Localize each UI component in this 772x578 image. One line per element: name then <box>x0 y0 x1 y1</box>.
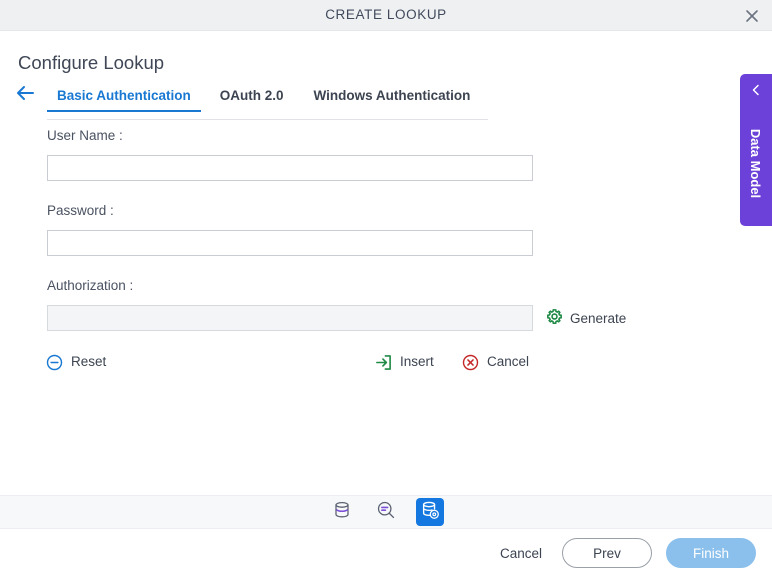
footer-cancel-button[interactable]: Cancel <box>494 542 548 565</box>
form-actions: Reset Insert Cancel <box>0 351 772 375</box>
gear-icon <box>546 308 563 328</box>
toolbar-database-settings-button[interactable] <box>416 498 444 526</box>
authorization-row: Generate <box>0 305 772 331</box>
username-label: User Name : <box>47 128 123 143</box>
tab-label: OAuth 2.0 <box>219 88 284 103</box>
lookup-step-toolbar <box>0 495 772 529</box>
password-input[interactable] <box>47 230 533 256</box>
chevron-left-icon <box>740 80 772 100</box>
tab-label: Windows Authentication <box>313 88 471 103</box>
search-query-icon <box>376 500 396 525</box>
window-title: CREATE LOOKUP <box>325 7 447 22</box>
toolbar-search-query-button[interactable] <box>372 498 400 526</box>
minus-circle-icon <box>45 353 63 371</box>
authorization-label: Authorization : <box>47 278 134 293</box>
configure-lookup-form: User Name : Password : Authorization : G… <box>0 128 772 331</box>
authorization-input[interactable] <box>47 305 533 331</box>
insert-label: Insert <box>400 354 434 369</box>
username-input[interactable] <box>47 155 533 181</box>
password-label: Password : <box>47 203 114 218</box>
close-button[interactable] <box>740 4 764 28</box>
database-icon <box>332 500 352 525</box>
toolbar-database-button[interactable] <box>328 498 356 526</box>
reset-label: Reset <box>71 354 107 369</box>
cancel-action-button[interactable]: Cancel <box>461 351 529 373</box>
generate-button[interactable]: Generate <box>546 308 626 328</box>
wizard-footer: Cancel Prev Finish <box>0 529 772 578</box>
tab-label: Basic Authentication <box>57 88 191 103</box>
reset-button[interactable]: Reset <box>45 351 106 373</box>
close-icon <box>744 8 760 24</box>
database-settings-icon <box>420 500 440 525</box>
generate-label: Generate <box>570 310 627 326</box>
arrow-left-icon <box>15 85 35 106</box>
tab-oauth-2-0[interactable]: OAuth 2.0 <box>210 88 294 112</box>
window-titlebar: CREATE LOOKUP <box>0 0 772 31</box>
data-model-panel-tab[interactable]: Data Model <box>740 74 772 226</box>
footer-finish-button[interactable]: Finish <box>666 538 756 568</box>
close-circle-icon <box>461 353 479 371</box>
data-model-panel-label: Data Model <box>748 128 764 198</box>
tab-windows-authentication[interactable]: Windows Authentication <box>304 88 481 112</box>
back-button[interactable] <box>13 84 37 106</box>
insert-button[interactable]: Insert <box>374 351 434 373</box>
page-title: Configure Lookup <box>18 52 165 73</box>
insert-arrow-icon <box>374 353 392 371</box>
cancel-action-label: Cancel <box>487 354 530 369</box>
footer-prev-button[interactable]: Prev <box>562 538 652 568</box>
auth-tabs: Basic Authentication OAuth 2.0 Windows A… <box>47 88 488 120</box>
tab-basic-authentication[interactable]: Basic Authentication <box>47 88 201 112</box>
